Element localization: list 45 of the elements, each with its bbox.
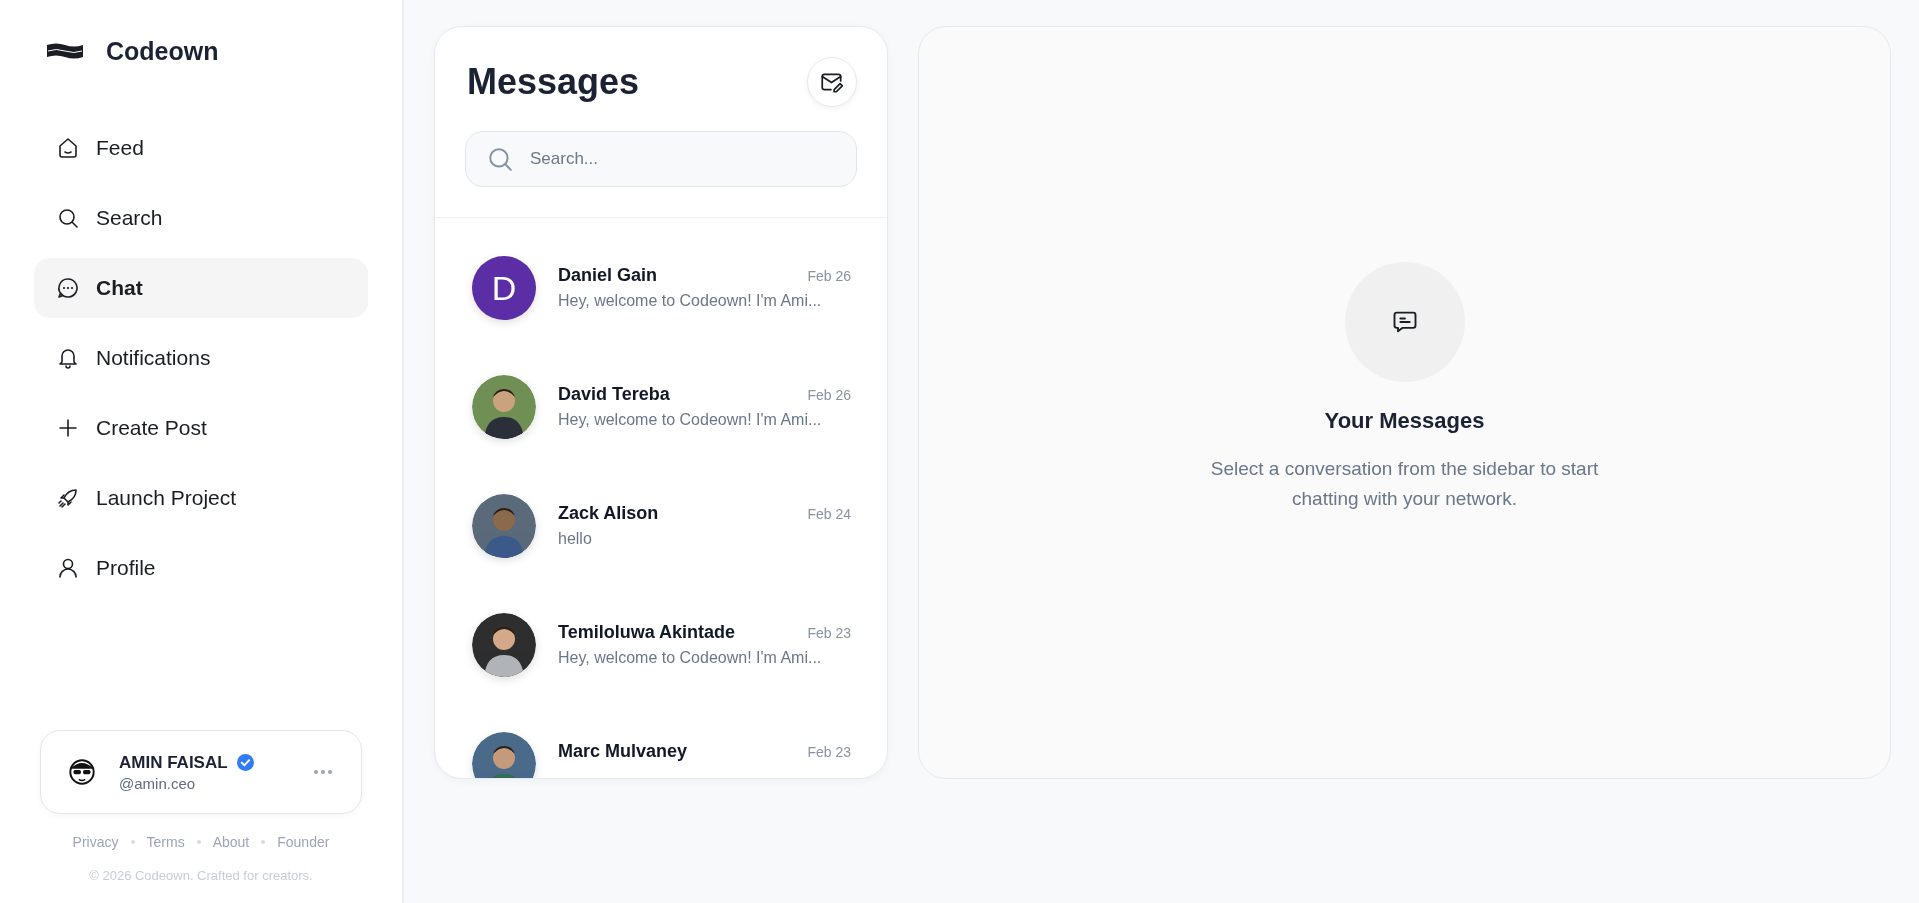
rocket-icon xyxy=(56,486,80,510)
conversation-item[interactable]: Zack Alison Feb 24 hello xyxy=(435,494,887,613)
contact-name: Marc Mulvaney xyxy=(558,741,688,762)
contact-name: Daniel Gain xyxy=(558,265,658,286)
user-card[interactable]: AMIN FAISAL @amin.ceo xyxy=(40,730,362,814)
compose-button[interactable] xyxy=(807,57,857,107)
nav-item[interactable]: Search xyxy=(34,188,368,248)
avatar: D xyxy=(472,256,536,320)
message-preview: Hey, welcome to Codeown! I'm Ami... xyxy=(558,649,823,667)
user-handle: @amin.ceo xyxy=(119,774,197,792)
message-date: Feb 24 xyxy=(807,506,851,522)
empty-title: Your Messages xyxy=(1324,407,1485,434)
empty-text: Select a conversation from the sidebar to start chatting with your network. xyxy=(1209,456,1600,511)
logo-icon xyxy=(46,41,84,61)
user-icon xyxy=(56,556,80,580)
message-date: Feb 26 xyxy=(807,387,851,403)
nav-item[interactable]: Feed xyxy=(34,118,368,178)
contact-name: Temiloluwa Akintade xyxy=(558,622,736,643)
brand-name: Codeown xyxy=(106,36,219,66)
messages-title: Messages xyxy=(467,61,640,103)
copyright: © 2026 Codeown. Crafted for creators. xyxy=(88,868,314,883)
message-date: Feb 23 xyxy=(807,625,851,641)
nav-item[interactable]: Profile xyxy=(34,538,368,598)
conversation-item[interactable]: Marc Mulvaney Feb 23 xyxy=(435,732,887,778)
message-preview: Hey, welcome to Codeown! I'm Ami... xyxy=(558,292,823,310)
message-preview: hello xyxy=(558,530,593,548)
message-preview: Hey, welcome to Codeown! I'm Ami... xyxy=(558,411,823,429)
search-icon xyxy=(56,206,80,230)
chat-icon xyxy=(56,276,80,300)
nav-item[interactable]: Launch Project xyxy=(34,468,368,528)
search-field[interactable]: Search... xyxy=(465,131,857,187)
home-icon xyxy=(56,136,80,160)
conversation-item[interactable]: Temiloluwa Akintade Feb 23 Hey, welcome to Codeown! I'm Ami... xyxy=(435,613,887,732)
message-date: Feb 26 xyxy=(807,268,851,284)
bell-icon xyxy=(56,346,80,370)
user-name: AMIN FAISAL xyxy=(119,752,228,773)
contact-name: Zack Alison xyxy=(558,503,659,524)
message-date: Feb 23 xyxy=(807,744,851,760)
nav-item[interactable]: Create Post xyxy=(34,398,368,458)
conversation-item[interactable]: D Daniel Gain Feb 26 Hey, welcome to Codeown! I'm Ami... xyxy=(435,256,887,375)
contact-name: David Tereba xyxy=(558,384,670,405)
conversation-item[interactable]: David Tereba Feb 26 Hey, welcome to Codeown! I'm Ami... xyxy=(435,375,887,494)
nav-item[interactable]: Chat xyxy=(34,258,368,318)
nav-item[interactable]: Notifications xyxy=(34,328,368,388)
plus-icon xyxy=(56,416,80,440)
